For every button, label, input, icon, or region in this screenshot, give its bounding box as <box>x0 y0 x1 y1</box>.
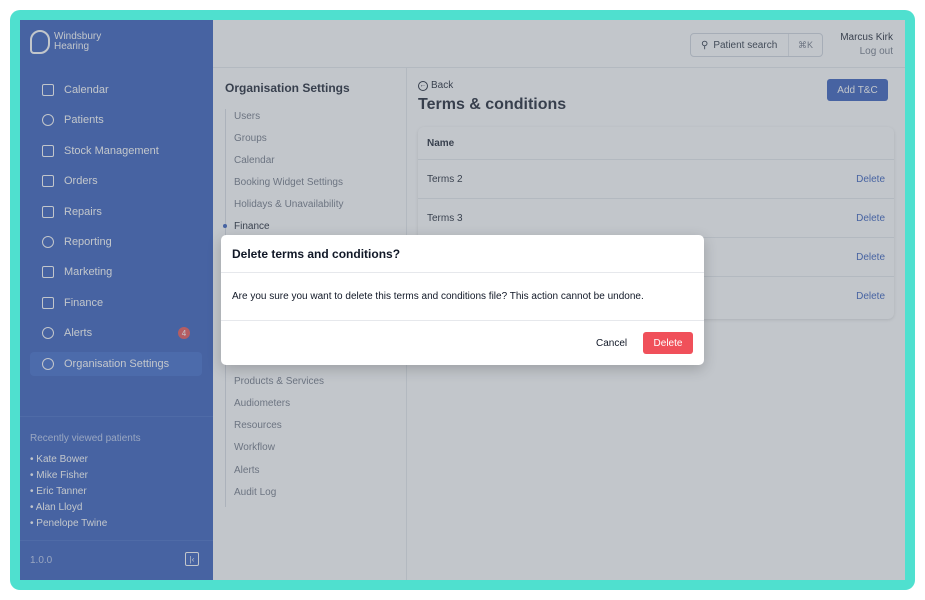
cancel-button[interactable]: Cancel <box>596 338 627 349</box>
app-window: Windsbury Hearing Calendar Patients Stoc… <box>20 20 905 580</box>
dialog-message: Are you sure you want to delete this ter… <box>221 273 704 321</box>
delete-confirm-dialog: Delete terms and conditions? Are you sur… <box>221 235 704 365</box>
dialog-title: Delete terms and conditions? <box>221 235 704 273</box>
confirm-delete-button[interactable]: Delete <box>643 332 693 354</box>
